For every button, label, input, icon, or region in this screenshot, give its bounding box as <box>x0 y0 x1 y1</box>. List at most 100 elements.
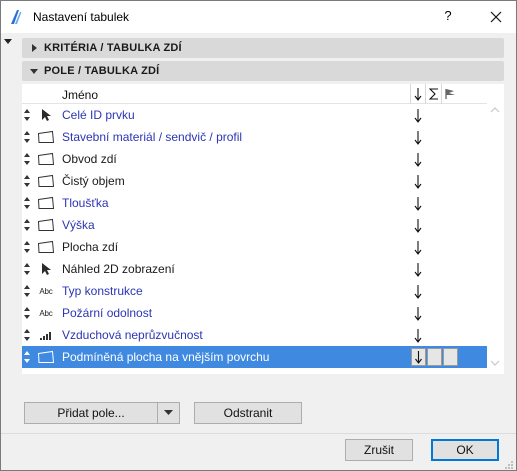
sort-column-header[interactable] <box>410 84 424 104</box>
list-item[interactable]: Tloušťka <box>22 192 487 214</box>
list-item-label: Náhled 2D zobrazení <box>62 262 175 276</box>
sort-down-arrow-icon[interactable] <box>411 238 425 256</box>
ok-label: OK <box>456 443 474 457</box>
list-item-label: Čistý objem <box>62 174 125 188</box>
ok-button[interactable]: OK <box>431 439 499 461</box>
list-item[interactable]: Celé ID prvku <box>22 104 487 126</box>
list-item-label: Obvod zdí <box>62 152 117 166</box>
flag-column-header[interactable] <box>441 84 457 104</box>
list-item-label: Stavební materiál / sendvič / profil <box>62 130 243 144</box>
list-header: Jméno <box>22 84 487 104</box>
sort-down-arrow-icon[interactable] <box>411 194 425 212</box>
remove-label: Odstranit <box>223 406 273 420</box>
sort-down-arrow-icon[interactable] <box>411 282 425 300</box>
sort-down-arrow-icon <box>415 351 422 364</box>
sum-toggle[interactable] <box>427 348 442 366</box>
drag-handle-icon[interactable] <box>23 174 31 188</box>
scroll-down-icon[interactable] <box>490 359 500 367</box>
wall-box-icon <box>36 195 56 211</box>
collapse-arrow-icon <box>28 65 40 77</box>
list-item[interactable]: Plocha zdí <box>22 236 487 258</box>
sort-down-arrow-icon[interactable] <box>411 216 425 234</box>
sort-down-arrow-icon <box>414 88 421 101</box>
wall-box-icon <box>36 151 56 167</box>
list-item-selected[interactable]: Podmíněná plocha na vnějším povrchu <box>22 346 487 368</box>
column-header-name: Jméno <box>62 88 99 102</box>
drag-handle-icon[interactable] <box>23 130 31 144</box>
list-item[interactable]: Stavební materiál / sendvič / profil <box>22 126 487 148</box>
abc-icon-text: Abc <box>39 286 53 296</box>
list-item-label: Tloušťka <box>62 196 109 210</box>
abc-text-icon: Abc <box>36 283 56 299</box>
field-list: Jméno Celé ID prvku Stavební materiál / s… <box>22 84 487 374</box>
list-item-label: Výška <box>62 218 95 232</box>
close-icon <box>490 11 502 22</box>
drag-handle-icon[interactable] <box>23 328 31 342</box>
sort-down-arrow-icon[interactable] <box>411 260 425 278</box>
help-button[interactable]: ? <box>441 8 455 23</box>
cancel-label: Zrušit <box>364 443 394 457</box>
drag-handle-icon[interactable] <box>23 306 31 320</box>
drag-handle-icon[interactable] <box>23 196 31 210</box>
list-item-label: Vzduchová neprůzvučnost <box>62 328 203 342</box>
sort-down-arrow-icon[interactable] <box>411 150 425 168</box>
drag-handle-icon[interactable] <box>23 284 31 298</box>
abc-icon-text: Abc <box>39 308 53 318</box>
list-item[interactable]: Abc Typ konstrukce <box>22 280 487 302</box>
fields-section-label: POLE / TABULKA ZDÍ <box>44 65 160 77</box>
list-item-label: Podmíněná plocha na vnějším povrchu <box>62 350 270 364</box>
sort-toggle[interactable] <box>411 348 426 366</box>
list-item[interactable]: Obvod zdí <box>22 148 487 170</box>
archicad-logo-icon <box>9 9 25 25</box>
scroll-up-icon[interactable] <box>490 106 500 114</box>
flag-icon <box>444 89 455 99</box>
list-item[interactable]: Vzduchová neprůzvučnost <box>22 324 487 346</box>
wall-box-icon <box>36 239 56 255</box>
sort-down-arrow-icon[interactable] <box>411 326 425 344</box>
drag-handle-icon[interactable] <box>23 108 31 122</box>
wall-box-icon <box>36 349 56 365</box>
add-field-label: Přidat pole... <box>57 406 125 420</box>
fields-section-header[interactable]: POLE / TABULKA ZDÍ <box>22 61 504 81</box>
remove-button[interactable]: Odstranit <box>194 402 302 424</box>
add-field-dropdown[interactable] <box>157 402 180 424</box>
abc-text-icon: Abc <box>36 305 56 321</box>
cancel-button[interactable]: Zrušit <box>345 439 413 461</box>
cursor-arrow-icon <box>36 261 56 277</box>
sigma-icon <box>428 88 438 100</box>
drag-handle-icon[interactable] <box>23 350 31 364</box>
resize-grip-icon[interactable] <box>504 460 514 470</box>
drag-handle-icon[interactable] <box>23 218 31 232</box>
window-title: Nastavení tabulek <box>33 10 130 24</box>
list-item-label: Požární odolnost <box>62 306 153 320</box>
list-item-label: Plocha zdí <box>62 240 119 254</box>
footer-divider <box>1 433 516 434</box>
sort-down-arrow-icon[interactable] <box>411 172 425 190</box>
sort-down-arrow-icon[interactable] <box>411 128 425 146</box>
list-scrollbar[interactable] <box>487 84 504 374</box>
wall-box-icon <box>36 217 56 233</box>
table-settings-dialog: Nastavení tabulek ? KRITÉRIA / TABULKA Z… <box>0 0 517 471</box>
add-field-button[interactable]: Přidat pole... <box>24 402 157 424</box>
close-button[interactable] <box>477 1 515 32</box>
expand-arrow-icon <box>28 42 40 54</box>
wall-box-icon <box>36 173 56 189</box>
list-item[interactable]: Výška <box>22 214 487 236</box>
side-panel-arrow-icon[interactable] <box>4 39 12 44</box>
criteria-section-header[interactable]: KRITÉRIA / TABULKA ZDÍ <box>22 38 504 58</box>
list-item[interactable]: Abc Požární odolnost <box>22 302 487 324</box>
signal-bars-icon <box>36 327 56 343</box>
title-bar: Nastavení tabulek ? <box>1 1 516 33</box>
list-item-label: Typ konstrukce <box>62 284 143 298</box>
flag-toggle[interactable] <box>443 348 458 366</box>
sort-down-arrow-icon[interactable] <box>411 304 425 322</box>
criteria-section-label: KRITÉRIA / TABULKA ZDÍ <box>44 42 182 54</box>
drag-handle-icon[interactable] <box>23 152 31 166</box>
chevron-down-icon <box>164 410 173 415</box>
drag-handle-icon[interactable] <box>23 262 31 276</box>
drag-handle-icon[interactable] <box>23 240 31 254</box>
sum-column-header[interactable] <box>425 84 441 104</box>
list-item[interactable]: Náhled 2D zobrazení <box>22 258 487 280</box>
sort-down-arrow-icon[interactable] <box>411 106 425 124</box>
list-item[interactable]: Čistý objem <box>22 170 487 192</box>
